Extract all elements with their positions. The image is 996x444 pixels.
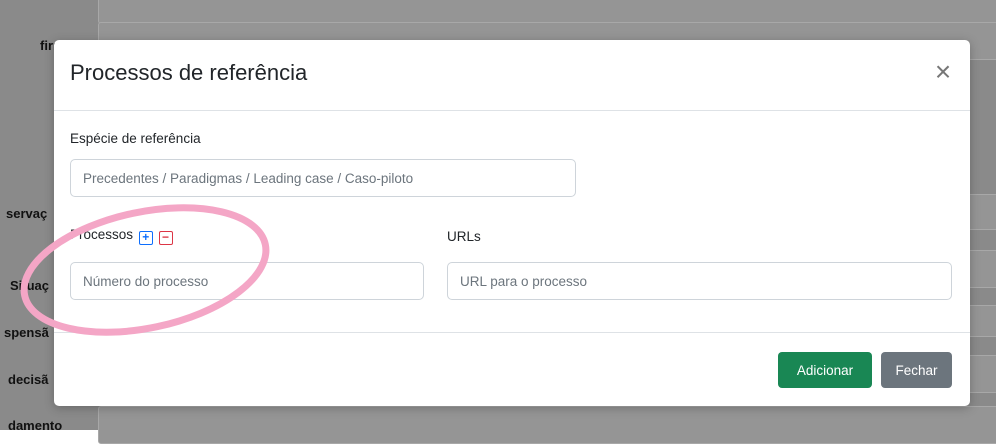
- url-input[interactable]: [447, 262, 952, 300]
- add-processo-button[interactable]: +: [138, 231, 153, 245]
- urls-label: URLs: [447, 229, 481, 244]
- processo-number-input[interactable]: [70, 262, 424, 300]
- close-icon[interactable]: ×: [930, 58, 956, 88]
- especie-input[interactable]: [70, 159, 576, 197]
- background-label: damento: [8, 418, 63, 433]
- processos-label: Processos: [70, 227, 134, 242]
- modal-footer: Adicionar Fechar: [54, 332, 970, 406]
- processos-label-row: Processos + −: [70, 227, 173, 245]
- processos-referencia-modal: Processos de referência × Espécie de ref…: [54, 40, 970, 406]
- background-field: [98, 0, 996, 24]
- fechar-button[interactable]: Fechar: [881, 352, 952, 388]
- modal-header: Processos de referência ×: [54, 40, 970, 111]
- adicionar-button[interactable]: Adicionar: [778, 352, 872, 388]
- background-field: [98, 406, 996, 444]
- especie-label: Espécie de referência: [70, 131, 201, 146]
- modal-title: Processos de referência: [70, 60, 308, 85]
- remove-processo-button[interactable]: −: [158, 231, 173, 245]
